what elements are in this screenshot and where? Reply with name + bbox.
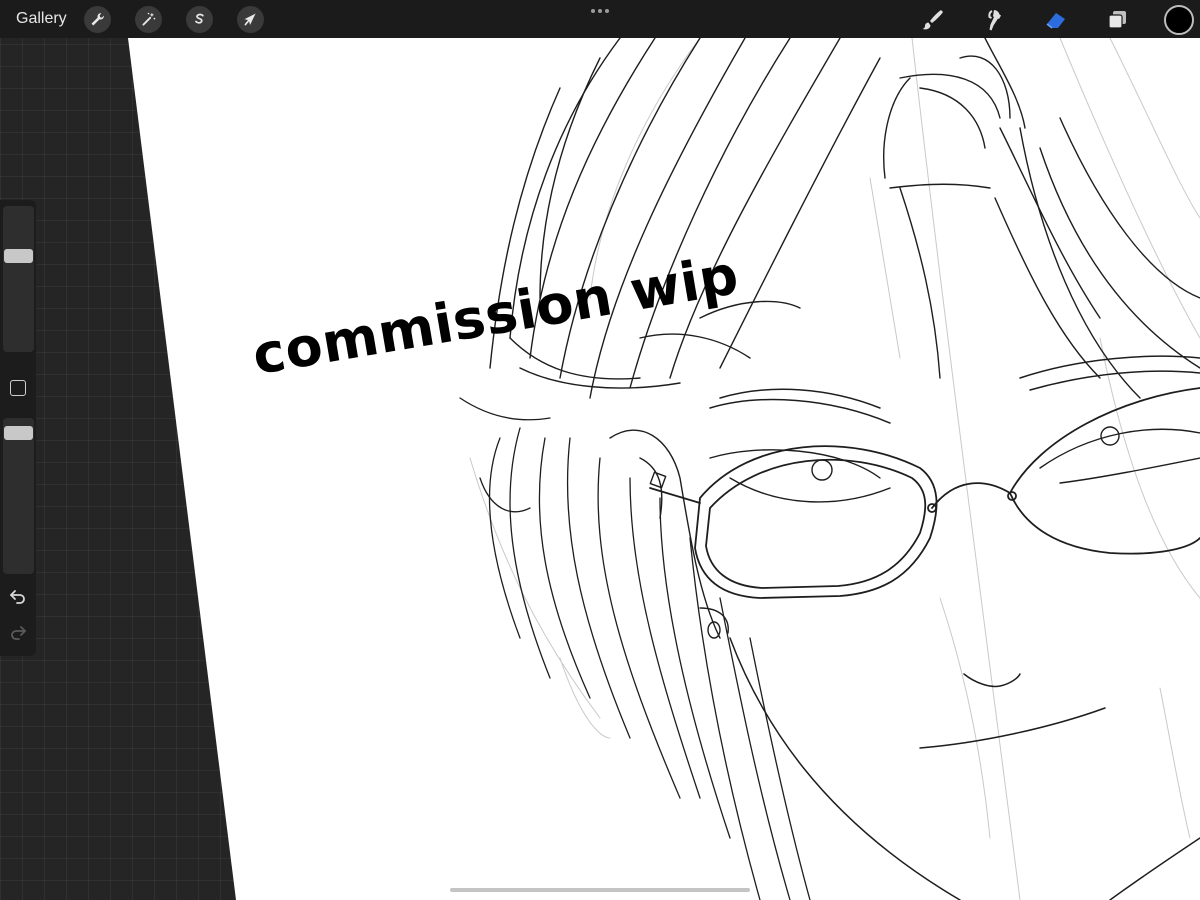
- eraser-icon: [1046, 13, 1065, 29]
- left-sidebar: [0, 200, 36, 656]
- brush-icon: [922, 10, 943, 30]
- smudge-icon: [988, 10, 1001, 31]
- transform-button[interactable]: [237, 6, 264, 33]
- smudge-tool-button[interactable]: [980, 6, 1008, 34]
- gallery-button[interactable]: Gallery: [16, 9, 67, 29]
- magic-wand-icon: [142, 12, 156, 26]
- opacity-thumb[interactable]: [4, 426, 33, 440]
- redo-icon[interactable]: [8, 622, 28, 642]
- brush-size-slider[interactable]: [3, 206, 34, 352]
- undo-icon[interactable]: [8, 586, 28, 606]
- canvas-paper[interactable]: [128, 38, 1200, 900]
- home-indicator: [450, 888, 750, 892]
- opacity-slider[interactable]: [3, 418, 34, 574]
- modify-square-icon[interactable]: [10, 380, 26, 396]
- arrow-cursor-icon: [244, 13, 256, 26]
- brush-size-thumb[interactable]: [4, 249, 33, 263]
- color-picker-button[interactable]: [1164, 5, 1194, 35]
- eraser-tool-button[interactable]: [1042, 6, 1070, 34]
- drawing-canvas[interactable]: [0, 38, 1200, 900]
- layers-button[interactable]: [1104, 6, 1132, 34]
- ellipsis-icon[interactable]: [588, 4, 612, 18]
- layers-icon: [1108, 11, 1126, 29]
- wrench-icon: [91, 13, 104, 26]
- actions-button[interactable]: [84, 6, 111, 33]
- top-toolbar: Gallery: [0, 0, 1200, 38]
- selection-button[interactable]: [186, 6, 213, 33]
- selection-s-icon: [195, 13, 204, 24]
- adjustments-button[interactable]: [135, 6, 162, 33]
- paint-tool-button[interactable]: [918, 6, 946, 34]
- procreate-workspace: Gallery commission wip: [0, 0, 1200, 900]
